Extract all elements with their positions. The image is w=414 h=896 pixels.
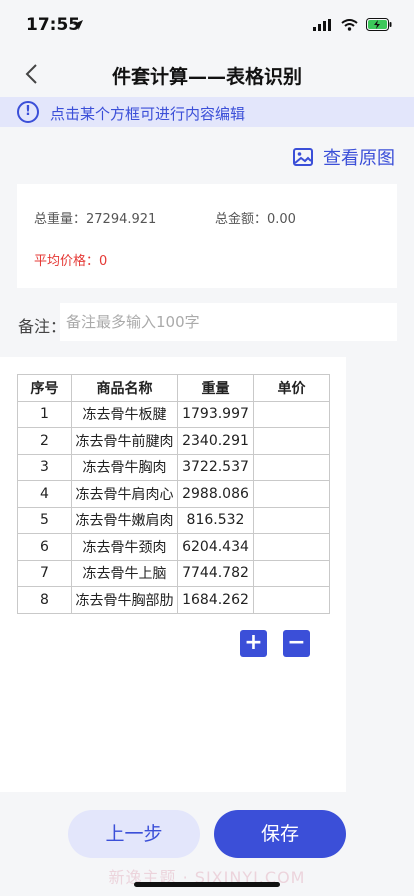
cell-unit-price[interactable] [253,400,330,428]
cell-weight[interactable]: 3722.537 [177,453,254,481]
cell-index[interactable]: 1 [17,400,72,428]
location-arrow-icon [73,20,83,30]
wifi-icon [341,18,358,31]
table-row: 4 冻去骨牛肩肉心 2988.086 [17,480,330,508]
cell-product-name[interactable]: 冻去骨牛胸肉 [71,453,178,481]
table-row: 3 冻去骨牛胸肉 3722.537 [17,453,330,481]
status-icons [313,18,392,31]
cell-product-name[interactable]: 冻去骨牛上脑 [71,559,178,587]
view-original-label: 查看原图 [323,148,395,169]
summary-card: 总重量：27294.921 总金额：0.00 平均价格：0 [17,184,397,288]
cell-index[interactable]: 2 [17,427,72,455]
remark-input[interactable] [60,303,397,341]
total-weight: 总重量：27294.921 [34,212,157,227]
average-price: 平均价格：0 [34,254,108,269]
table-row: 8 冻去骨牛胸部肋 1684.262 [17,586,330,614]
cell-index[interactable]: 4 [17,480,72,508]
signal-icon [313,18,331,31]
view-original-button[interactable]: 查看原图 [293,144,395,170]
status-bar: 17:55 [0,0,414,52]
cell-unit-price[interactable] [253,480,330,508]
cell-weight[interactable]: 816.532 [177,506,254,534]
home-indicator [134,882,280,887]
cell-weight[interactable]: 6204.434 [177,533,254,561]
cell-weight[interactable]: 1793.997 [177,400,254,428]
total-amount: 总金额：0.00 [215,212,296,227]
previous-step-button[interactable]: 上一步 [68,810,200,858]
cell-product-name[interactable]: 冻去骨牛颈肉 [71,533,178,561]
table-row: 7 冻去骨牛上脑 7744.782 [17,559,330,587]
remark-label: 备注： [18,317,67,336]
save-button[interactable]: 保存 [214,810,346,858]
cell-product-name[interactable]: 冻去骨牛肩肉心 [71,480,178,508]
cell-unit-price[interactable] [253,506,330,534]
cell-weight[interactable]: 2340.291 [177,427,254,455]
table-row: 1 冻去骨牛板腱 1793.997 [17,400,330,428]
cell-product-name[interactable]: 冻去骨牛板腱 [71,400,178,428]
table-header-row: 序号 商品名称 重量 单价 [17,374,330,402]
add-row-button[interactable]: + [240,630,267,657]
cell-index[interactable]: 8 [17,586,72,614]
notice-banner: ! 点击某个方框可进行内容编辑 [0,97,414,127]
cell-weight[interactable]: 1684.262 [177,586,254,614]
table-panel: 序号 商品名称 重量 单价 1 冻去骨牛板腱 1793.997 2 冻去骨牛前腱… [0,357,346,792]
notice-text: 点击某个方框可进行内容编辑 [50,105,246,123]
cell-index[interactable]: 7 [17,559,72,587]
page-title: 件套计算——表格识别 [111,66,302,88]
cell-unit-price[interactable] [253,586,330,614]
header-index: 序号 [17,374,72,402]
cell-product-name[interactable]: 冻去骨牛胸部肋 [71,586,178,614]
header-product-name: 商品名称 [71,374,178,402]
cell-unit-price[interactable] [253,453,330,481]
cell-index[interactable]: 5 [17,506,72,534]
cell-unit-price[interactable] [253,427,330,455]
cell-product-name[interactable]: 冻去骨牛嫩肩肉 [71,506,178,534]
table-row: 6 冻去骨牛颈肉 6204.434 [17,533,330,561]
header-weight: 重量 [177,374,254,402]
goods-table: 序号 商品名称 重量 单价 1 冻去骨牛板腱 1793.997 2 冻去骨牛前腱… [17,374,330,614]
battery-charging-icon [366,18,392,31]
header-unit-price: 单价 [253,374,330,402]
navigation-bar: 件套计算——表格识别 [0,52,414,96]
cell-weight[interactable]: 7744.782 [177,559,254,587]
image-icon [293,148,313,166]
cell-product-name[interactable]: 冻去骨牛前腱肉 [71,427,178,455]
cell-index[interactable]: 3 [17,453,72,481]
info-icon: ! [17,101,39,123]
table-row: 5 冻去骨牛嫩肩肉 816.532 [17,506,330,534]
cell-weight[interactable]: 2988.086 [177,480,254,508]
cell-unit-price[interactable] [253,533,330,561]
table-row: 2 冻去骨牛前腱肉 2340.291 [17,427,330,455]
cell-index[interactable]: 6 [17,533,72,561]
cell-unit-price[interactable] [253,559,330,587]
remove-row-button[interactable]: − [283,630,310,657]
